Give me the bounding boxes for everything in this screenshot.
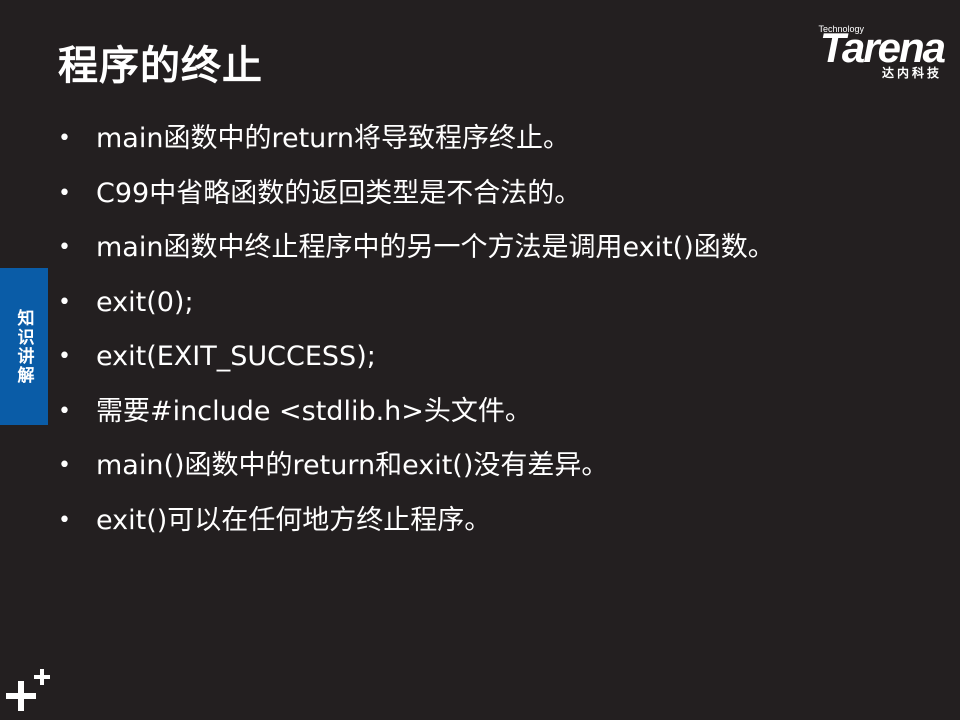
bullet-text: exit(EXIT_SUCCESS);: [96, 341, 376, 373]
side-tab-label: 知识讲解: [13, 308, 34, 385]
slide-title: 程序的终止: [58, 43, 263, 89]
side-tab: 知识讲解: [0, 268, 48, 425]
bullet-dot: •: [58, 126, 71, 152]
bullet-dot: •: [58, 289, 71, 315]
list-item: • exit(0);: [58, 276, 775, 331]
bullet-dot: •: [58, 180, 71, 206]
list-item: • main()函数中的return和exit()没有差异。: [58, 439, 775, 494]
bullet-text: main()函数中的return和exit()没有差异。: [96, 450, 609, 482]
logo-chinese-name: 达内科技: [881, 66, 942, 80]
bullet-dot: •: [58, 235, 71, 261]
bullet-text: main函数中的return将导致程序终止。: [96, 123, 571, 155]
list-item: • main函数中终止程序中的另一个方法是调用exit()函数。: [58, 221, 775, 276]
bullet-list: • main函数中的return将导致程序终止。 • C99中省略函数的返回类型…: [58, 112, 775, 548]
plus-icon: [6, 669, 50, 711]
bullet-text: exit()可以在任何地方终止程序。: [96, 504, 492, 536]
bullet-dot: •: [58, 344, 71, 370]
bullet-dot: •: [58, 507, 71, 533]
list-item: • exit(EXIT_SUCCESS);: [58, 330, 775, 385]
logo-wordmark: Tarena: [819, 24, 946, 71]
list-item: • exit()可以在任何地方终止程序。: [58, 494, 775, 549]
bullet-text: exit(0);: [96, 286, 194, 318]
bullet-dot: •: [58, 398, 71, 424]
bullet-dot: •: [58, 453, 71, 479]
list-item: • main函数中的return将导致程序终止。: [58, 112, 775, 167]
bullet-text: C99中省略函数的返回类型是不合法的。: [96, 177, 582, 209]
tarena-logo: Technology Tarena 达内科技: [779, 24, 946, 84]
list-item: • 需要#include <stdlib.h>头文件。: [58, 385, 775, 440]
list-item: • C99中省略函数的返回类型是不合法的。: [58, 167, 775, 222]
bullet-text: main函数中终止程序中的另一个方法是调用exit()函数。: [96, 232, 775, 264]
bullet-text: 需要#include <stdlib.h>头文件。: [96, 395, 532, 427]
